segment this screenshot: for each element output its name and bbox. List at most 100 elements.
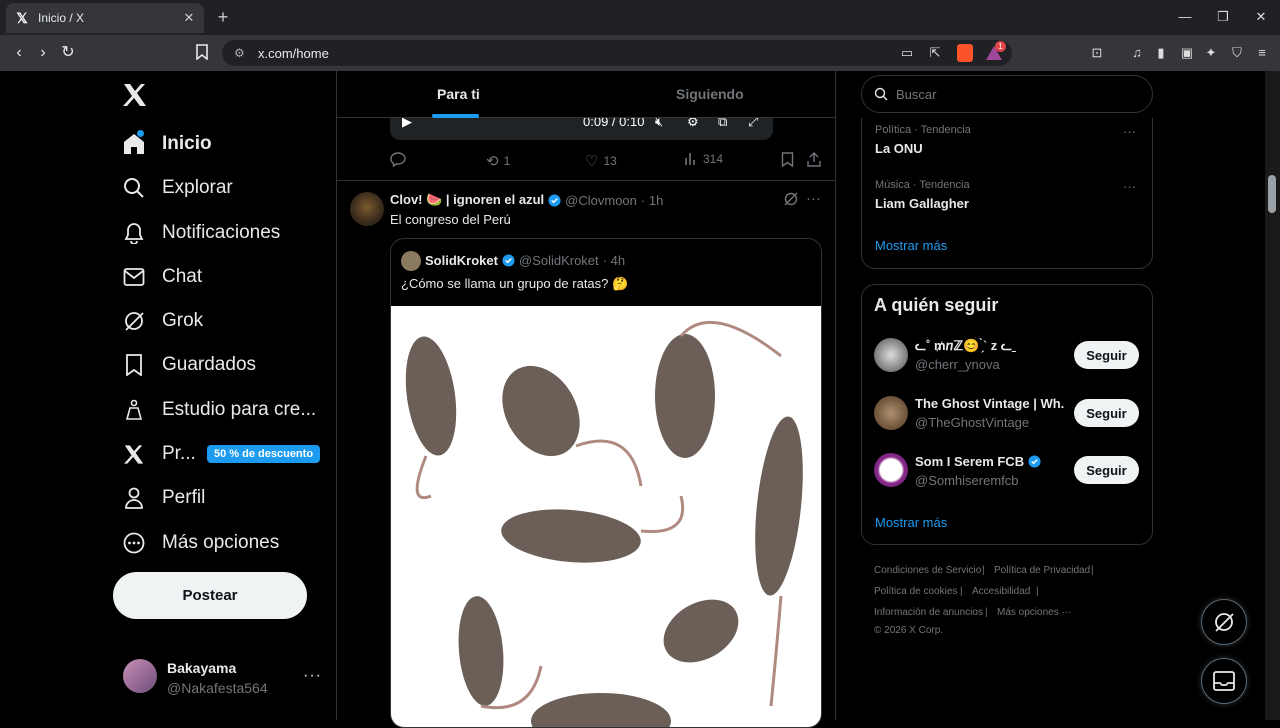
music-icon[interactable]: ♫: [1129, 45, 1145, 61]
user-name[interactable]: Som I Serem FCB: [915, 454, 1024, 469]
close-window-icon[interactable]: ✕: [1252, 8, 1270, 26]
bookmark-page-icon[interactable]: [195, 44, 213, 62]
close-tab-icon[interactable]: ✕: [182, 11, 196, 25]
views-button[interactable]: 314: [684, 152, 723, 166]
follow-button[interactable]: Seguir: [1074, 456, 1139, 484]
footer-link[interactable]: Información de anuncios: [874, 607, 983, 618]
repost-button[interactable]: ⟲ 1: [486, 152, 510, 170]
nav-item-chat[interactable]: Chat: [112, 255, 202, 299]
user-handle[interactable]: @cherr_ynova: [915, 357, 1000, 372]
new-tab-icon[interactable]: +: [214, 8, 232, 26]
brave-shield-icon[interactable]: [957, 44, 973, 62]
user-handle[interactable]: @Somhiseremfcb: [915, 473, 1019, 488]
nav-item-perfil[interactable]: Perfil: [112, 476, 205, 520]
url-bar[interactable]: ⚙ x.com/home: [222, 40, 1012, 66]
more-circle-icon: [112, 521, 156, 565]
user-avatar[interactable]: [874, 453, 908, 487]
follow-show-more-link[interactable]: Mostrar más: [875, 515, 947, 530]
nav-item-explorar[interactable]: Explorar: [112, 166, 233, 210]
tab-title: Inicio / X: [38, 11, 85, 25]
menu-icon[interactable]: ≡: [1254, 45, 1270, 61]
video-player-controls[interactable]: ▶ 0:09 / 0:10 🔇︎ ⚙ ⧉ ⤢: [390, 114, 773, 140]
nav-item-inicio[interactable]: Inicio: [112, 122, 212, 166]
brave-rewards-icon[interactable]: 1: [985, 41, 1006, 61]
mail-icon: [112, 255, 156, 299]
heart-icon: ♡: [585, 153, 599, 170]
nav-item-guardados[interactable]: Guardados: [112, 343, 256, 387]
site-settings-icon[interactable]: ⚙: [234, 46, 248, 60]
creator-studio-icon: [112, 388, 156, 432]
footer-separator: |: [1091, 565, 1094, 576]
browser-tab[interactable]: 𝕏 Inicio / X ✕: [6, 3, 204, 33]
back-icon[interactable]: ‹: [10, 44, 28, 62]
x-logo-icon[interactable]: [123, 84, 147, 106]
vpn-icon[interactable]: ⛉: [1229, 45, 1245, 61]
sidebar-icon[interactable]: ▮: [1153, 45, 1169, 61]
footer-link[interactable]: Política de Privacidad: [994, 565, 1090, 576]
post-more-icon[interactable]: ···: [806, 190, 821, 207]
footer-link[interactable]: Más opciones ···: [997, 607, 1071, 618]
like-button[interactable]: ♡ 13: [585, 152, 617, 170]
author-avatar[interactable]: [350, 192, 384, 226]
account-name[interactable]: Bakayama: [167, 660, 236, 676]
views-icon: [685, 153, 695, 165]
like-count: 13: [603, 154, 617, 168]
author-name[interactable]: Clov! 🍉 | ignoren el azul: [390, 192, 544, 208]
user-avatar[interactable]: [874, 396, 908, 430]
post-button[interactable]: Postear: [113, 572, 307, 619]
reply-button[interactable]: [390, 152, 406, 167]
trend-more-icon[interactable]: ···: [1123, 179, 1136, 194]
wallet-icon[interactable]: ▣: [1179, 45, 1195, 61]
trend-title[interactable]: Liam Gallagher: [875, 196, 969, 211]
nav-item-mas-opciones[interactable]: Más opciones: [112, 521, 279, 565]
share-button[interactable]: [807, 152, 821, 167]
verified-badge-icon: [502, 254, 515, 267]
footer-link[interactable]: Accesibilidad: [972, 586, 1030, 597]
author-handle[interactable]: @Clovmoon: [565, 193, 637, 208]
bookmark-button[interactable]: [781, 152, 794, 167]
cast-icon[interactable]: ▭: [899, 45, 915, 61]
quoted-post-image[interactable]: [391, 306, 821, 727]
search-input[interactable]: Buscar: [861, 75, 1153, 113]
footer-link[interactable]: Política de cookies: [874, 586, 957, 597]
premium-discount-badge[interactable]: 50 % de descuento: [207, 445, 321, 463]
nav-item-notificaciones[interactable]: Notificaciones: [112, 211, 280, 255]
user-name[interactable]: The Ghost Vintage | Wh...: [915, 396, 1065, 411]
user-name[interactable]: ᓚ˚ ₥ⴖℤ😊 ̗̀ˋ z ᓚ ͟: [915, 338, 1016, 354]
nav-item-grok[interactable]: Grok: [112, 299, 203, 343]
grok-explain-icon[interactable]: [784, 192, 798, 206]
minimize-icon[interactable]: —: [1176, 8, 1194, 26]
home-icon: [112, 122, 156, 166]
leo-ai-icon[interactable]: ✦: [1203, 45, 1219, 61]
footer-link[interactable]: Condiciones de Servicio: [874, 565, 981, 576]
nav-item-estudio[interactable]: Estudio para cre...: [112, 388, 316, 432]
follow-button[interactable]: Seguir: [1074, 341, 1139, 369]
trends-show-more-link[interactable]: Mostrar más: [875, 238, 947, 253]
tab-siguiendo[interactable]: Siguiendo: [676, 86, 744, 102]
account-avatar[interactable]: [123, 659, 157, 693]
user-name-row: Som I Serem FCB: [915, 454, 1041, 469]
scrollbar[interactable]: [1265, 71, 1280, 720]
trend-more-icon[interactable]: ···: [1123, 124, 1136, 139]
nav-item-premium[interactable]: Pr...: [112, 432, 196, 476]
tab-para-ti[interactable]: Para ti: [437, 86, 480, 102]
trend-title[interactable]: La ONU: [875, 141, 923, 156]
quoted-post[interactable]: SolidKroket @SolidKroket · 4h ¿Cómo se l…: [390, 238, 822, 728]
forward-icon[interactable]: ›: [34, 44, 52, 62]
post-time[interactable]: · 1h: [641, 193, 663, 208]
grok-floating-button[interactable]: [1201, 599, 1247, 645]
reload-icon[interactable]: ↻: [59, 44, 77, 62]
screenshot-icon[interactable]: ⊡: [1089, 45, 1105, 61]
x-favicon-icon: 𝕏: [16, 10, 28, 26]
account-more-icon[interactable]: ···: [303, 667, 322, 685]
restore-icon[interactable]: ❐: [1214, 8, 1232, 26]
bell-icon: [112, 211, 156, 255]
user-avatar[interactable]: [874, 338, 908, 372]
footer-separator: |: [1036, 586, 1039, 597]
share-icon[interactable]: ⇱: [927, 45, 943, 61]
scrollbar-thumb[interactable]: [1268, 175, 1276, 213]
follow-button[interactable]: Seguir: [1074, 399, 1139, 427]
account-handle[interactable]: @Nakafesta564: [167, 680, 268, 696]
user-handle[interactable]: @TheGhostVintage: [915, 415, 1029, 430]
messages-floating-button[interactable]: [1201, 658, 1247, 704]
